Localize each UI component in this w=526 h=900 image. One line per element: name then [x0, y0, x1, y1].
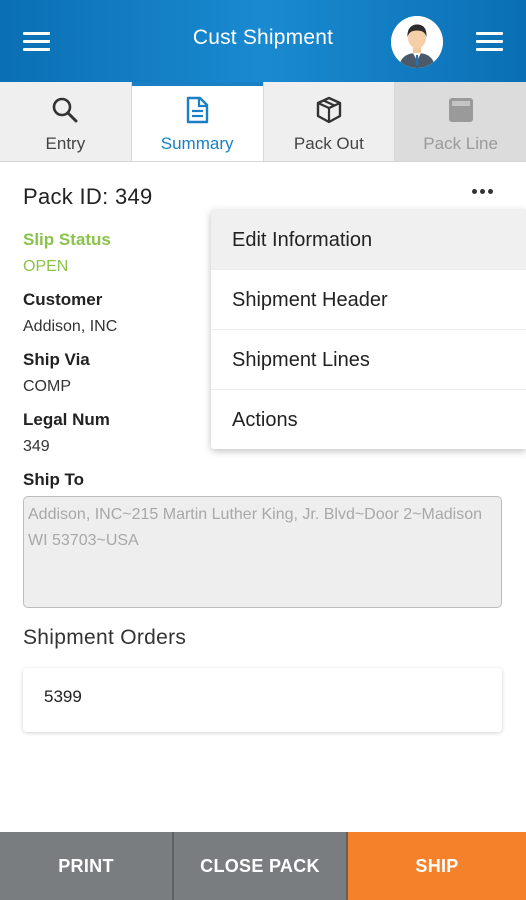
tab-summary[interactable]: Summary: [131, 82, 264, 162]
menu-item-shipment-lines[interactable]: Shipment Lines: [211, 330, 526, 390]
tab-pack-line[interactable]: Pack Line: [395, 82, 526, 162]
tab-label: Pack Line: [423, 134, 498, 153]
shipment-orders-title: Shipment Orders: [23, 626, 187, 649]
tab-bar: Entry Summary Pack Out Pack Line: [0, 82, 526, 162]
package-icon: [316, 96, 342, 124]
legal-num-label: Legal Num: [23, 410, 110, 429]
document-icon: [186, 96, 209, 124]
customer-label: Customer: [23, 290, 103, 309]
legal-num-value: 349: [23, 438, 50, 455]
pack-id-heading: Pack ID: 349: [23, 184, 153, 209]
options-menu: Edit Information Shipment Header Shipmen…: [211, 210, 526, 449]
ship-to-label: Ship To: [23, 470, 85, 489]
slip-status-label: Slip Status: [23, 230, 111, 249]
slip-status-value: OPEN: [23, 258, 69, 275]
tab-entry[interactable]: Entry: [0, 82, 132, 162]
right-menu-icon[interactable]: [476, 32, 503, 52]
tab-divider: [0, 161, 526, 162]
pack-line-icon: [448, 98, 473, 122]
more-options-icon[interactable]: [470, 188, 496, 196]
search-icon: [53, 97, 78, 123]
ship-via-value: COMP: [23, 378, 71, 395]
tab-pack-out[interactable]: Pack Out: [263, 82, 396, 162]
ship-to-field[interactable]: Addison, INC~215 Martin Luther King, Jr.…: [23, 496, 502, 608]
order-card[interactable]: 5399: [23, 668, 502, 732]
menu-item-edit-information[interactable]: Edit Information: [211, 210, 526, 270]
print-button[interactable]: PRINT: [0, 832, 174, 900]
tab-label: Entry: [45, 134, 86, 153]
ship-via-label: Ship Via: [23, 350, 90, 369]
bottom-action-bar: PRINT CLOSE PACK SHIP: [0, 832, 526, 900]
order-number: 5399: [44, 687, 82, 706]
avatar[interactable]: [391, 16, 443, 68]
ship-button[interactable]: SHIP: [348, 832, 526, 900]
app-header: Cust Shipment: [0, 0, 526, 82]
page-title: Cust Shipment: [192, 26, 334, 49]
tab-label: Summary: [160, 134, 234, 153]
menu-item-shipment-header[interactable]: Shipment Header: [211, 270, 526, 330]
customer-value: Addison, INC: [23, 318, 118, 335]
menu-item-actions[interactable]: Actions: [211, 390, 526, 450]
tab-label: Pack Out: [293, 134, 364, 153]
close-pack-button[interactable]: CLOSE PACK: [174, 832, 348, 900]
